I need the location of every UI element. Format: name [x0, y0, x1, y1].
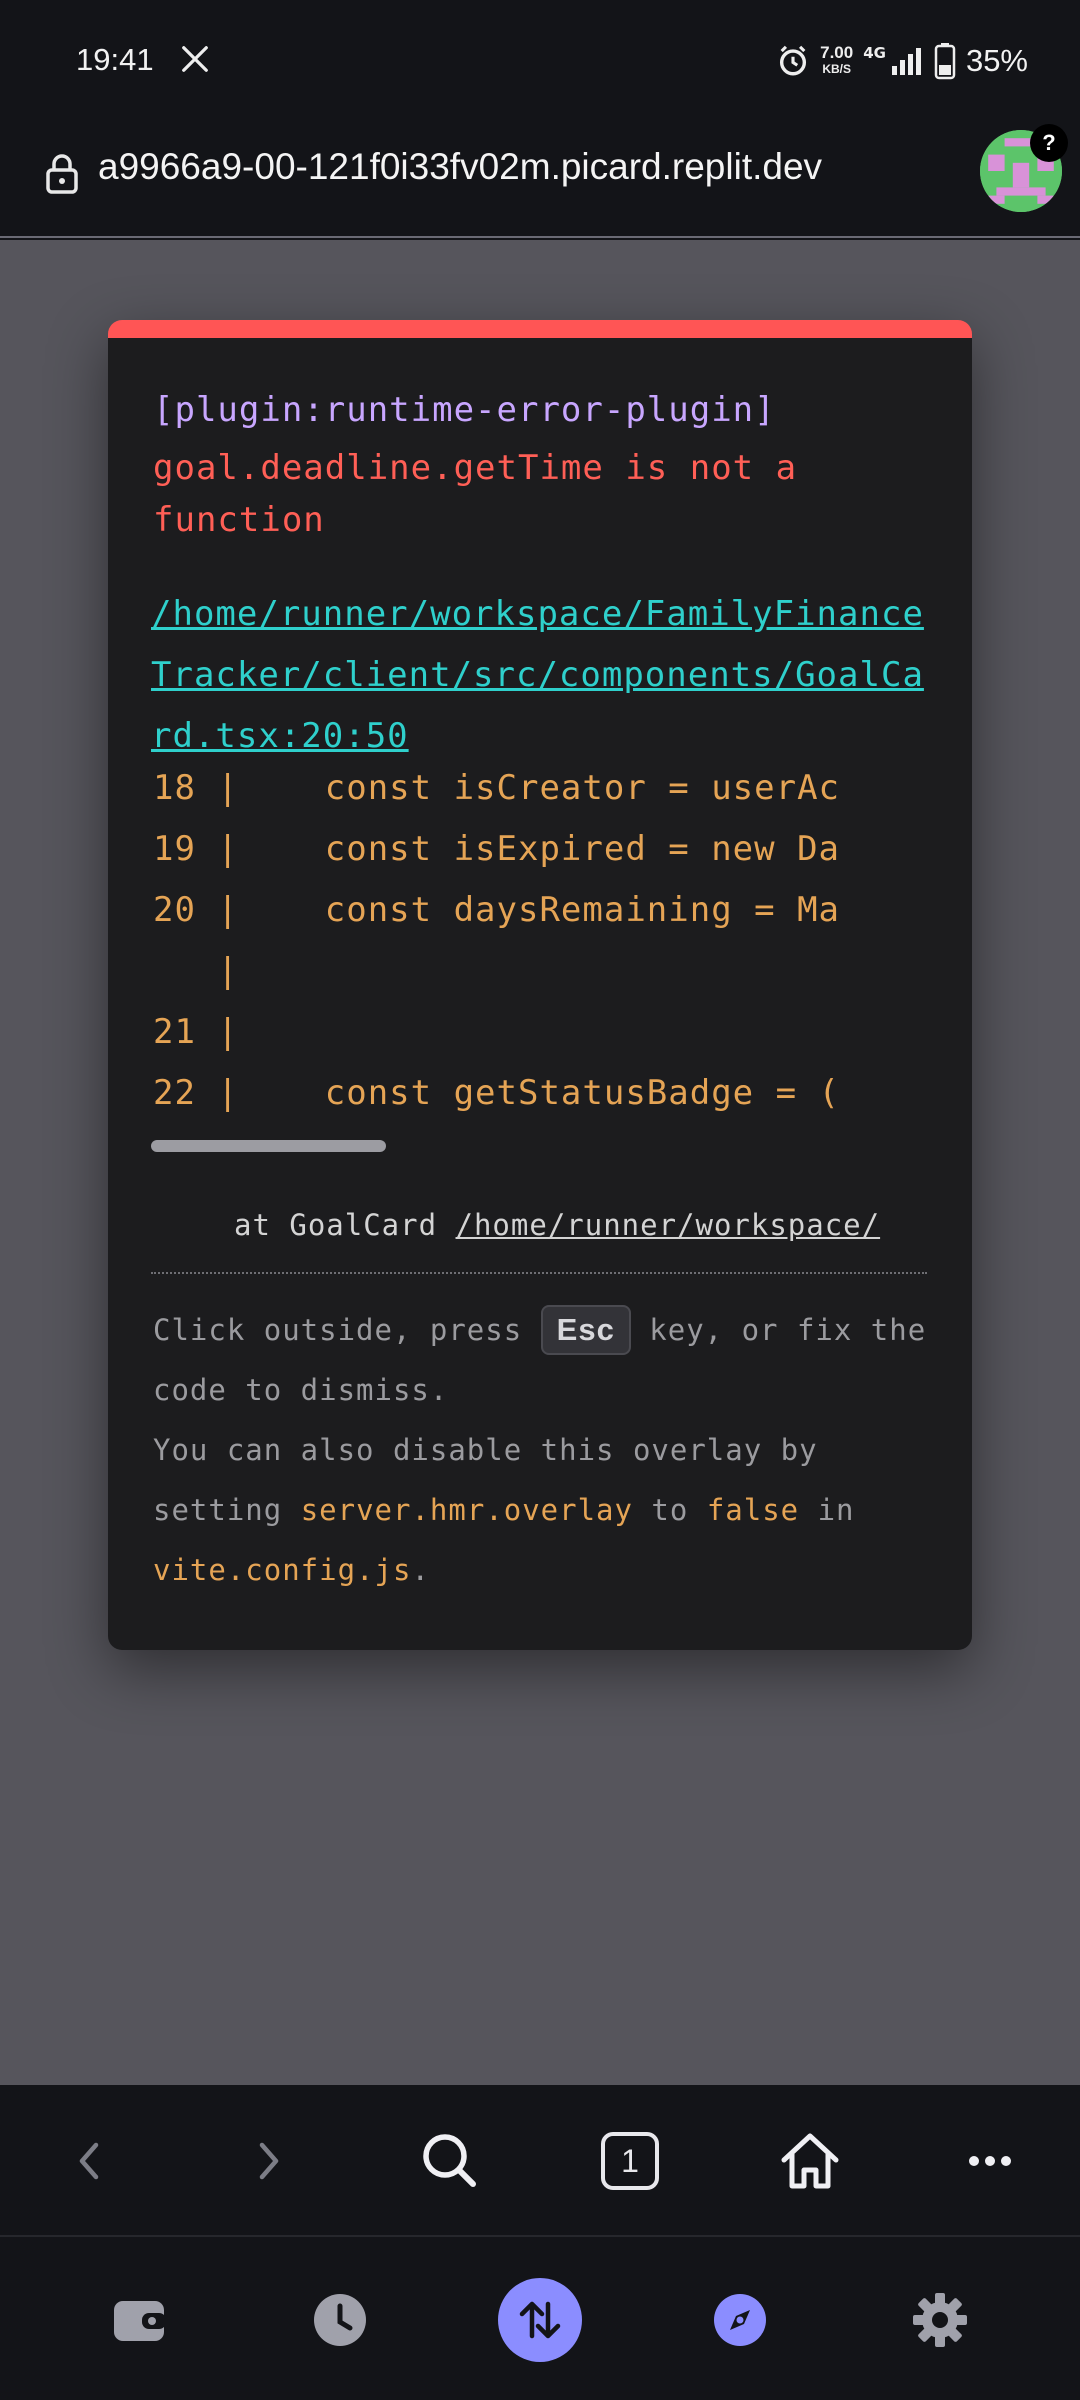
- error-overlay: [plugin:runtime-error-plugin] goal.deadl…: [108, 320, 972, 1650]
- arrows-up-down-icon: [519, 2301, 561, 2339]
- code-scrollbar[interactable]: [151, 1140, 386, 1152]
- page-backdrop[interactable]: [plugin:runtime-error-plugin] goal.deadl…: [0, 240, 1080, 2085]
- tab-count: 1: [601, 2132, 659, 2190]
- tip-text: Click outside, press: [153, 1313, 541, 1347]
- forward-button[interactable]: [232, 2125, 304, 2197]
- wallet-icon: [114, 2301, 166, 2341]
- gear-icon: [913, 2293, 967, 2347]
- code-line: 22 | const getStatusBadge = (: [153, 1073, 841, 1113]
- code-line: 21 |: [153, 1012, 239, 1052]
- tip-config-key: server.hmr.overlay: [300, 1493, 633, 1527]
- app-bar: [0, 2238, 1080, 2400]
- status-time: 19:41: [76, 42, 154, 77]
- alarm-icon: [780, 45, 807, 76]
- history-button[interactable]: [298, 2278, 382, 2362]
- x-app-icon: [182, 46, 208, 72]
- net-speed-value: 7.00: [820, 43, 854, 62]
- network-speed: 7.00 KB/S: [820, 43, 854, 77]
- stack-path-link[interactable]: /home/runner/workspace/: [456, 1208, 881, 1242]
- error-file-link[interactable]: /home/runner/workspace/FamilyFinanceTrac…: [151, 584, 935, 767]
- code-line: 18 | const isCreator = userAc: [153, 768, 841, 808]
- tip-false-value: false: [706, 1493, 800, 1527]
- tabs-button[interactable]: 1: [594, 2125, 666, 2197]
- explore-button[interactable]: [698, 2278, 782, 2362]
- code-line: |: [153, 951, 239, 991]
- status-bar: 19:41 7.00 KB/S 4G 35%: [0, 0, 1080, 124]
- net-speed-unit: KB/S: [822, 62, 851, 76]
- chevron-right-icon: [259, 2142, 279, 2180]
- back-button[interactable]: [54, 2125, 126, 2197]
- network-type: 4G: [863, 44, 886, 62]
- divider: [151, 1272, 927, 1274]
- battery-icon: [934, 43, 956, 80]
- address-bar[interactable]: a9966a9-00-121f0i33fv02m.picard.replit.d…: [0, 124, 1080, 238]
- battery-percent: 35%: [965, 43, 1028, 78]
- code-frame[interactable]: 18 | const isCreator = userAc 19 | const…: [153, 768, 927, 1138]
- url-text[interactable]: a9966a9-00-121f0i33fv02m.picard.replit.d…: [98, 146, 938, 188]
- help-badge[interactable]: ?: [1030, 124, 1068, 162]
- stack-trace: at GoalCard /home/runner/workspace/: [234, 1208, 934, 1242]
- search-button[interactable]: [414, 2125, 486, 2197]
- dismiss-tip: Click outside, press Esc key, or fix the…: [153, 1300, 943, 1600]
- browser-toolbar: 1: [0, 2085, 1080, 2237]
- error-plugin-name: [plugin:runtime-error-plugin]: [153, 390, 776, 430]
- settings-button[interactable]: [898, 2278, 982, 2362]
- home-icon: [781, 2133, 839, 2189]
- error-message: goal.deadline.getTime is not a function: [153, 448, 798, 540]
- esc-key-badge: Esc: [540, 1305, 631, 1355]
- clock-icon: [314, 2294, 366, 2346]
- search-icon: [423, 2134, 476, 2187]
- status-indicators: 7.00 KB/S 4G 35%: [776, 38, 1028, 84]
- chevron-left-icon: [79, 2142, 99, 2180]
- signal-icon: [891, 48, 921, 75]
- tip-text: to: [632, 1493, 707, 1527]
- lock-icon[interactable]: [44, 152, 80, 196]
- more-dots-icon: [969, 2156, 1011, 2166]
- transfer-button[interactable]: [498, 2278, 582, 2362]
- compass-icon: [714, 2294, 766, 2346]
- stack-prefix: at GoalCard: [234, 1208, 456, 1242]
- tip-config-file: vite.config.js: [153, 1553, 412, 1587]
- wallet-button[interactable]: [98, 2278, 182, 2362]
- code-line: 20 | const daysRemaining = Ma: [153, 890, 841, 930]
- tip-text: in: [799, 1493, 855, 1527]
- tip-text: .: [411, 1553, 430, 1587]
- more-menu-button[interactable]: [954, 2125, 1026, 2197]
- code-line: 19 | const isExpired = new Da: [153, 829, 841, 869]
- transfer-active-bg: [498, 2278, 582, 2362]
- home-button[interactable]: [774, 2125, 846, 2197]
